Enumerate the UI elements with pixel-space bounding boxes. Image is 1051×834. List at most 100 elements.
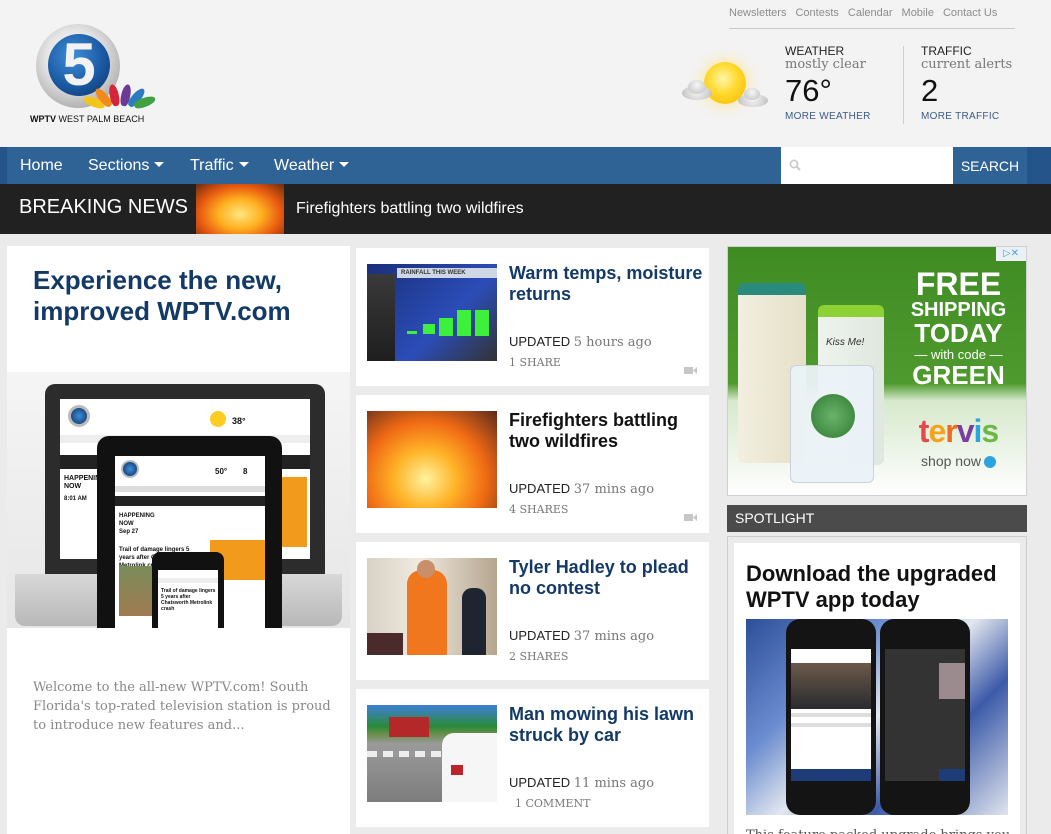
mini-time: 8:01 AM xyxy=(64,496,87,502)
chairs xyxy=(367,633,403,655)
video-camera-icon xyxy=(684,367,697,374)
story-card: RAINFALL THIS WEEK Warm temps, moisture … xyxy=(356,248,709,386)
updated-label: UPDATED xyxy=(509,775,571,790)
more-weather-link[interactable]: MORE WEATHER xyxy=(785,111,895,122)
mini-temp: 50° xyxy=(215,467,228,476)
mini-logo xyxy=(68,405,90,427)
mini-temp: 38° xyxy=(232,416,246,426)
story-title[interactable]: Man mowing his lawn struck by car xyxy=(509,704,704,746)
bar xyxy=(407,331,417,334)
phone-mockup: Trail of damage lingers 5 years after Ch… xyxy=(152,552,224,628)
updated-time: 5 hours ago xyxy=(573,335,652,350)
story-thumbnail[interactable] xyxy=(367,411,497,508)
spotlight-title[interactable]: Download the upgraded WPTV app today xyxy=(746,561,1016,613)
breaking-news-thumbnail[interactable] xyxy=(196,184,284,234)
video-camera-icon xyxy=(684,514,697,521)
breaking-news-bar: BREAKING NEWS Firefighters battling two … xyxy=(0,184,1051,234)
mug-image xyxy=(790,365,874,483)
ad-text: TODAY xyxy=(914,318,1003,348)
phone-mockup xyxy=(880,619,970,815)
storm-shield-banner xyxy=(939,769,965,781)
nav-traffic[interactable]: Traffic xyxy=(190,147,249,184)
play-circle-icon xyxy=(983,456,996,469)
story-title[interactable]: Firefighters battling two wildfires xyxy=(509,410,704,452)
bar xyxy=(423,324,435,334)
traffic-label: TRAFFIC xyxy=(921,44,972,58)
link-newsletters[interactable]: Newsletters xyxy=(729,7,786,28)
search-button[interactable]: SEARCH xyxy=(953,147,1027,184)
spotlight-content: Download the upgraded WPTV app today Thi… xyxy=(734,543,1020,834)
more-traffic-link[interactable]: MORE TRAFFIC xyxy=(921,111,1031,122)
link-calendar[interactable]: Calendar xyxy=(848,7,893,28)
header-divider xyxy=(903,46,904,124)
story-card: Firefighters battling two wildfires UPDA… xyxy=(356,395,709,533)
cloud-icon xyxy=(744,88,760,100)
story-shares[interactable]: 2 SHARES xyxy=(509,650,568,663)
mini-logo xyxy=(121,460,139,478)
nav-sections[interactable]: Sections xyxy=(88,147,165,184)
head xyxy=(417,560,435,578)
story-updated: UPDATED 11 mins ago xyxy=(509,775,654,791)
logo-location: WEST PALM BEACH xyxy=(58,114,145,124)
chevron-down-icon xyxy=(154,162,165,168)
shop-now-link[interactable]: shop now xyxy=(896,453,1021,469)
updated-time: 37 mins ago xyxy=(573,629,655,644)
story-title[interactable]: Tyler Hadley to plead no contest xyxy=(509,557,704,599)
mug-text: Kiss Me! xyxy=(826,337,865,348)
nav-home[interactable]: Home xyxy=(20,147,63,184)
search-input[interactable] xyxy=(781,147,953,184)
spotlight-header: SPOTLIGHT xyxy=(727,505,1027,532)
story-shares[interactable]: 1 SHARE xyxy=(509,356,561,369)
traffic-widget: TRAFFIC current alerts 2 MORE TRAFFIC xyxy=(921,44,1031,122)
story-title[interactable]: Warm temps, moisture returns xyxy=(509,263,704,305)
link-contact-us[interactable]: Contact Us xyxy=(943,7,997,28)
wptv-logo[interactable]: 5 WPTV WEST PALM BEACH xyxy=(30,22,157,130)
story-shares[interactable]: 4 SHARES xyxy=(509,503,568,516)
story-thumbnail[interactable] xyxy=(367,705,497,802)
tail-light xyxy=(451,765,463,775)
story-thumbnail[interactable] xyxy=(367,558,497,655)
breaking-news-headline[interactable]: Firefighters battling two wildfires xyxy=(296,184,524,234)
app-photo xyxy=(939,663,965,699)
nbc-peacock-icon xyxy=(82,80,157,111)
tervis-ad[interactable]: ▷✕ Kiss Me! FREE SHIPPING TODAY — with c… xyxy=(727,246,1027,496)
chevron-down-icon xyxy=(339,162,350,168)
promo-devices-image[interactable]: 38° HAPPENING NOW 8:01 AM 50° 8 HAPPENIN… xyxy=(7,372,350,628)
traffic-alert-count: 2 xyxy=(921,73,939,108)
mini-headline: Trail of damage lingers 5 years after Ch… xyxy=(161,588,216,612)
person-orange xyxy=(407,570,447,655)
app-photo xyxy=(791,663,871,709)
app-row xyxy=(791,713,871,717)
updated-label: UPDATED xyxy=(509,628,571,643)
bar xyxy=(475,310,489,336)
mini-happening: HAPPENING NOW xyxy=(119,513,155,527)
main-nav: Home Sections Traffic Weather SEARCH xyxy=(0,147,1051,184)
story-thumbnail[interactable]: RAINFALL THIS WEEK xyxy=(367,264,497,361)
site-header: 5 WPTV WEST PALM BEACH Newsletters Conte… xyxy=(0,0,1051,147)
weather-widget: WEATHER mostly clear 76° MORE WEATHER xyxy=(785,44,895,122)
mini-breaking xyxy=(115,496,265,506)
shamrock-icon xyxy=(811,394,855,438)
utility-links: Newsletters Contests Calendar Mobile Con… xyxy=(729,7,1015,29)
weather-temperature: 76° xyxy=(785,73,832,108)
link-contests[interactable]: Contests xyxy=(795,7,838,28)
promo-title[interactable]: Experience the new, improved WPTV.com xyxy=(33,265,333,327)
nav-weather-label: Weather xyxy=(274,157,335,174)
storm-shield-banner xyxy=(791,769,871,781)
story-comments[interactable]: 1 COMMENT xyxy=(515,797,590,810)
bar xyxy=(439,318,453,336)
crosswalk xyxy=(367,751,447,757)
link-mobile[interactable]: Mobile xyxy=(902,7,934,28)
nav-weather[interactable]: Weather xyxy=(274,147,350,184)
story-card: Man mowing his lawn struck by car UPDATE… xyxy=(356,689,709,827)
adchoices-close-icon[interactable]: ▷✕ xyxy=(996,247,1026,261)
mini-sun-icon xyxy=(210,411,226,427)
spotlight-excerpt: This feature packed upgrade brings you xyxy=(746,827,1016,834)
officer xyxy=(462,588,486,655)
shop-now-label: shop now xyxy=(921,453,981,469)
phone-screen xyxy=(885,649,965,781)
promo-card: Experience the new, improved WPTV.com 38… xyxy=(7,246,350,834)
nav-home-label: Home xyxy=(20,157,63,174)
spotlight-app-image[interactable] xyxy=(746,619,1008,815)
partly-sunny-icon xyxy=(680,56,770,112)
